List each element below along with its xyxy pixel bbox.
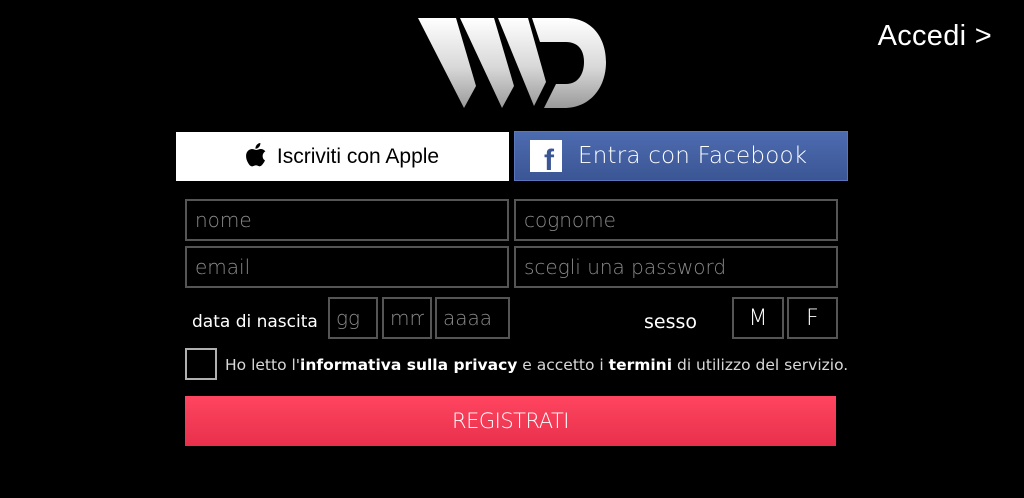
apple-signup-label: Iscriviti con Apple: [276, 144, 440, 168]
birth-month-input[interactable]: [382, 297, 432, 339]
birth-day-input[interactable]: [328, 297, 378, 339]
birth-year-input[interactable]: [435, 297, 510, 339]
terms-link[interactable]: termini: [609, 356, 672, 374]
consent-text-part1: Ho letto l': [225, 356, 301, 374]
consent-text: Ho letto l'informativa sulla privacy e a…: [225, 356, 848, 374]
birthdate-label: data di nascita: [192, 312, 318, 332]
login-link[interactable]: Accedi >: [878, 20, 992, 53]
facebook-login-label: Entra con Facebook: [578, 143, 808, 169]
password-input[interactable]: [514, 246, 838, 288]
sex-label: sesso: [644, 311, 698, 333]
social-login: Iscriviti con Apple f Entra con Facebook: [176, 131, 848, 182]
surname-input[interactable]: [514, 199, 838, 241]
consent-checkbox[interactable]: [185, 348, 217, 380]
register-button[interactable]: REGISTRATI: [185, 396, 836, 446]
name-input[interactable]: [185, 199, 509, 241]
sex-male-button[interactable]: M: [732, 297, 784, 339]
signup-page: Accedi > Iscriviti con Apple f Entra con…: [0, 0, 1024, 498]
facebook-icon: f: [530, 140, 562, 172]
consent-text-part3: di utilizzo del servizio.: [672, 356, 849, 374]
consent-text-part2: e accetto i: [517, 356, 609, 374]
sex-female-button[interactable]: F: [787, 297, 838, 339]
privacy-policy-link[interactable]: informativa sulla privacy: [300, 356, 517, 374]
apple-icon: [245, 142, 266, 166]
email-input[interactable]: [185, 246, 509, 288]
brand-logo: [418, 18, 606, 108]
apple-signup-button[interactable]: Iscriviti con Apple: [176, 132, 509, 181]
facebook-login-button[interactable]: f Entra con Facebook: [514, 131, 848, 181]
